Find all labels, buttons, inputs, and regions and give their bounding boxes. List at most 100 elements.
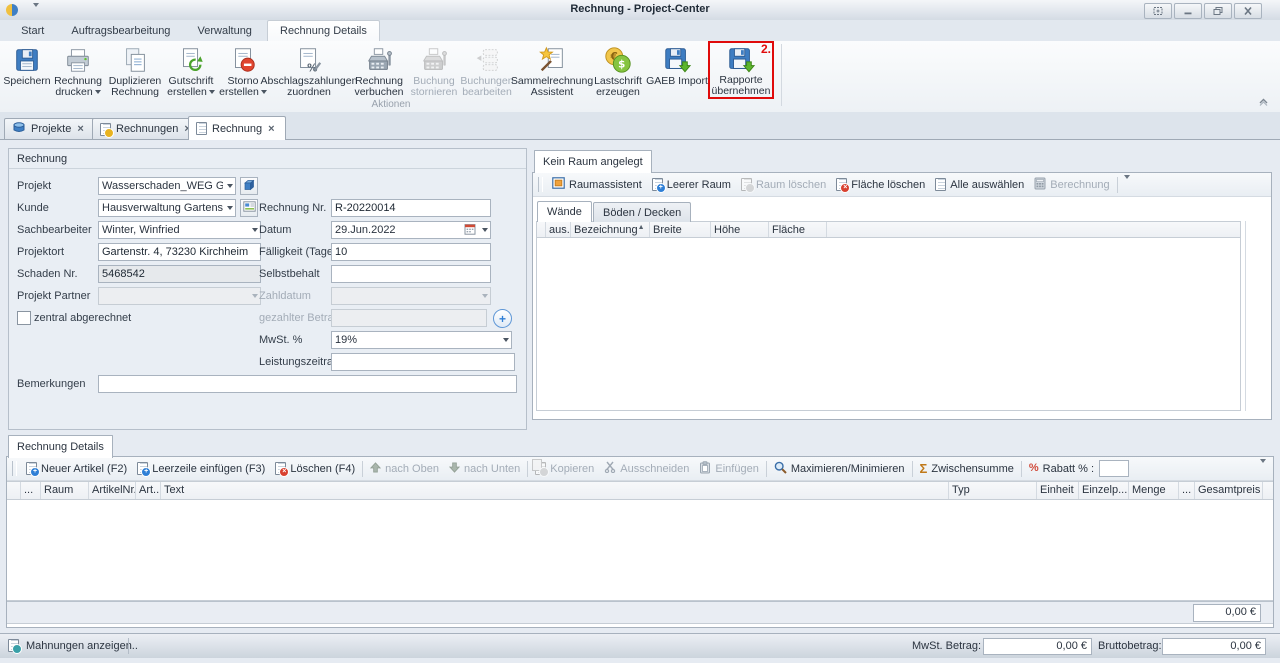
column-header-art[interactable]: Art...	[136, 482, 161, 499]
bemerkungen-input[interactable]	[98, 375, 517, 393]
ribbon-tab-verwaltung[interactable]: Verwaltung	[186, 21, 264, 42]
rechnung-nr-input[interactable]	[331, 199, 491, 217]
doc-tab-projekte[interactable]: Projekte	[4, 118, 102, 139]
ribbon-button-rechnung-drucken[interactable]: Rechnung drucken	[50, 41, 106, 99]
mahnungen-anzeigen-link[interactable]: Mahnungen anzeigen..	[26, 640, 138, 652]
restore-button[interactable]	[1204, 3, 1232, 19]
ribbon-button-buchungen-bearbeiten: Buchungen bearbeiten	[460, 41, 514, 99]
ribbon-button-rapporte-uebernehmen[interactable]: 2. Rapporte übernehmen	[708, 41, 774, 99]
zentral-abgerechnet-checkbox[interactable]	[17, 311, 31, 325]
raumassistent-button[interactable]: Raumassistent	[547, 175, 647, 195]
doc-tab-label: Rechnungen	[116, 123, 178, 135]
alle-auswaehlen-button[interactable]: Alle auswählen	[930, 175, 1029, 195]
room-wizard-icon	[552, 177, 565, 192]
datum-datepicker[interactable]: 29.Jun.2022	[331, 221, 491, 239]
loeschen-button[interactable]: Löschen (F4)	[270, 459, 360, 479]
dropdown-caret-icon	[252, 294, 258, 298]
minimize-button[interactable]	[1174, 3, 1202, 19]
flaeche-loeschen-button[interactable]: Fläche löschen	[831, 175, 930, 195]
button-label: Rechnung verbuchen	[354, 75, 403, 98]
column-header-raum[interactable]: Raum	[41, 482, 89, 499]
boeden-decken-tab[interactable]: Böden / Decken	[593, 202, 691, 222]
sachbearbeiter-label: Sachbearbeiter	[17, 221, 92, 239]
partial-payment-icon: %	[294, 43, 324, 76]
column-header-bezeichnung[interactable]: Bezeichnung	[571, 222, 650, 237]
ribbon-tab-rechnung-details[interactable]: Rechnung Details	[267, 20, 380, 42]
column-header-einheit[interactable]: Einheit	[1037, 482, 1079, 499]
indicator-column-header	[7, 482, 21, 499]
room-panel: Raumassistent Leerer Raum Raum löschen F…	[532, 172, 1272, 420]
projekt-combobox[interactable]: Wasserschaden_WEG Garte...	[98, 177, 236, 195]
open-projekt-button[interactable]	[240, 177, 258, 195]
nach-oben-button: nach Oben	[365, 459, 444, 479]
ribbon-button-gaeb-import[interactable]: GAEB Import	[646, 41, 708, 99]
ribbon-button-gutschrift-erstellen[interactable]: Gutschrift erstellen	[164, 41, 218, 99]
indicator-column-header	[537, 222, 546, 237]
column-header-aus[interactable]: aus...	[546, 222, 571, 237]
leistungszeitraum-input[interactable]	[331, 353, 515, 371]
leerzeile-einfuegen-button[interactable]: Leerzeile einfügen (F3)	[132, 459, 270, 479]
room-panel-tab[interactable]: Kein Raum angelegt	[534, 150, 652, 173]
ribbon-button-lastschrift-erzeugen[interactable]: €$ Lastschrift erzeugen	[590, 41, 646, 99]
column-header-breite[interactable]: Breite	[650, 222, 711, 237]
invoice-icon	[196, 122, 207, 135]
toolbar-item-label: Berechnung	[1050, 179, 1109, 191]
neuer-artikel-button[interactable]: Neuer Artikel (F2)	[21, 459, 132, 479]
close-button[interactable]	[1234, 3, 1262, 19]
close-tab-icon[interactable]	[77, 124, 83, 134]
new-item-icon	[26, 462, 37, 475]
einfuegen-button: Einfügen	[694, 459, 763, 479]
column-header-flaeche[interactable]: Fläche	[769, 222, 827, 237]
room-grid-header: aus... Bezeichnung Breite Höhe Fläche	[536, 221, 1241, 238]
sachbearbeiter-combobox[interactable]: Winter, Winfried	[98, 221, 261, 239]
mwst-combobox[interactable]: 19%	[331, 331, 512, 349]
faelligkeit-input[interactable]	[331, 243, 491, 261]
add-payment-icon[interactable]: +	[493, 309, 512, 328]
ribbon-button-sammelrechnung-assistent[interactable]: Sammelrechnung Assistent	[514, 41, 590, 99]
column-header-artikelnr[interactable]: ArtikelNr.	[89, 482, 136, 499]
fullscreen-button[interactable]	[1144, 3, 1172, 19]
selbstbehalt-input[interactable]	[331, 265, 491, 283]
bookings-list-icon	[472, 43, 502, 76]
ribbon-button-rechnung-verbuchen[interactable]: Rechnung verbuchen	[350, 41, 408, 99]
ribbon-button-speichern[interactable]: Speichern	[4, 41, 50, 99]
column-header-menge[interactable]: Menge	[1129, 482, 1179, 499]
button-label: Buchung stornieren	[411, 75, 458, 98]
projekt-label: Projekt	[17, 177, 51, 195]
doc-tab-rechnungen[interactable]: Rechnungen	[92, 118, 198, 139]
maximieren-minimieren-button[interactable]: Maximieren/Minimieren	[769, 459, 910, 479]
details-panel-tab[interactable]: Rechnung Details	[8, 435, 113, 458]
projektort-input[interactable]	[98, 243, 261, 261]
rabatt-input[interactable]	[1099, 460, 1129, 477]
column-header-typ[interactable]: Typ	[949, 482, 1037, 499]
column-header-einzelpreis[interactable]: Einzelp...	[1079, 482, 1129, 499]
ribbon-tab-start[interactable]: Start	[9, 21, 56, 42]
doc-tab-rechnung[interactable]: Rechnung	[188, 116, 286, 140]
column-header-dots-right[interactable]: ...	[1179, 482, 1195, 499]
column-header-hoehe[interactable]: Höhe	[711, 222, 769, 237]
leerer-raum-button[interactable]: Leerer Raum	[647, 175, 736, 195]
toolbar-overflow-icon[interactable]	[1120, 179, 1134, 191]
collapse-ribbon-icon[interactable]	[1257, 96, 1270, 109]
close-tab-icon[interactable]	[268, 124, 274, 134]
mwst-betrag-value: 0,00 €	[983, 638, 1092, 655]
dropdown-caret-icon	[209, 90, 215, 94]
ribbon-button-duplizieren-rechnung[interactable]: Duplizieren Rechnung	[106, 41, 164, 99]
ribbon-tab-auftragsbearbeitung[interactable]: Auftragsbearbeitung	[59, 21, 182, 42]
dropdown-caret-icon	[227, 206, 233, 210]
zwischensumme-button[interactable]: Zwischensumme	[915, 459, 1019, 479]
waende-tab[interactable]: Wände	[537, 201, 592, 222]
sigma-icon	[920, 462, 928, 475]
details-grid-body	[7, 500, 1273, 601]
toolbar-overflow-icon[interactable]	[1256, 463, 1270, 475]
kunde-combobox[interactable]: Hausverwaltung Gartenstraße	[98, 199, 236, 217]
ribbon-button-abschlagszahlungen-zuordnen[interactable]: % Abschlagszahlungen zuordnen	[268, 41, 350, 99]
open-kunde-button[interactable]	[240, 199, 258, 217]
column-header-gesamtpreis[interactable]: Gesamtpreis	[1195, 482, 1263, 499]
reminders-doc-icon	[8, 639, 19, 655]
column-header-text[interactable]: Text	[161, 482, 949, 499]
column-header-dots-left[interactable]: ...	[21, 482, 41, 499]
toolbar-grip	[538, 177, 543, 192]
toolbar-item-label: Zwischensumme	[931, 463, 1014, 475]
schaden-nr-input[interactable]	[98, 265, 261, 283]
